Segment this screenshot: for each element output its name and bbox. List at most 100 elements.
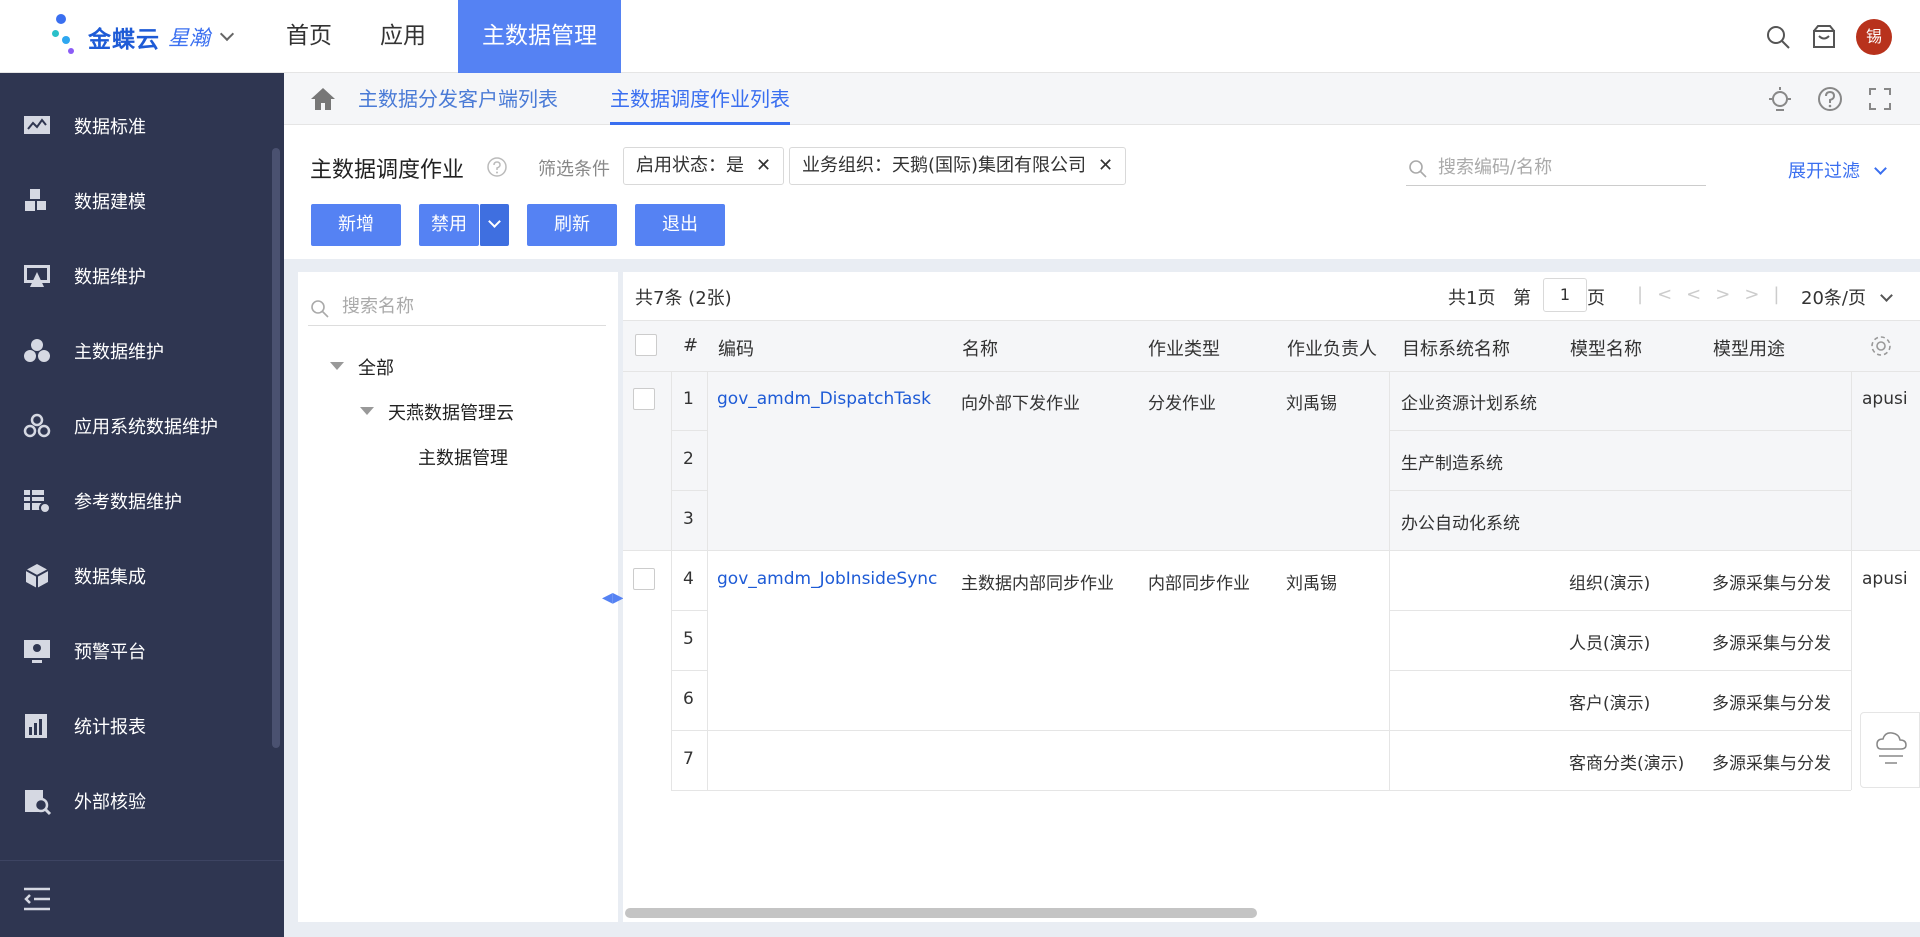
tree-search-input[interactable]: 搜索名称 [308,288,606,326]
logo-mark-icon [52,14,86,60]
cloud-widget[interactable] [1860,712,1920,788]
app-logo[interactable]: 金蝶云 星瀚 [52,14,262,60]
tab-dispatch-client-list[interactable]: 主数据分发客户端列表 [358,73,558,125]
row-index: 6 [683,689,694,709]
column-header-row: # 编码 名称 作业类型 作业负责人 目标系统名称 模型名称 模型用途 [623,320,1920,372]
tree-node-master-data[interactable]: 主数据管理 [418,444,508,470]
cube-icon [25,563,49,588]
disable-button[interactable]: 禁用 [419,204,479,246]
nav-apps[interactable]: 应用 [364,0,442,73]
horizontal-scrollbar[interactable] [625,908,1257,918]
sidebar-scrollbar[interactable] [272,148,280,748]
help-icon[interactable] [1816,85,1844,113]
toolbar-area: 主数据调度作业 筛选条件 启用状态：是 ✕ 业务组织：天鹅(国际)集团有限公司 … [284,125,1920,259]
page-number-input[interactable]: 1 [1543,278,1587,312]
clipboard-search-icon [25,789,52,815]
chip-label: 启用状态：是 [636,155,744,176]
search-input[interactable]: 搜索编码/名称 [1406,150,1706,186]
col-owner[interactable]: 作业负责人 [1287,335,1377,361]
refresh-button[interactable]: 刷新 [527,204,617,246]
filter-chip-status[interactable]: 启用状态：是 ✕ [623,147,785,185]
close-icon[interactable]: ✕ [1098,148,1113,184]
col-code[interactable]: 编码 [718,335,754,361]
row-index: 1 [683,389,694,409]
sidebar-item-external-verify[interactable]: 外部核验 [0,763,284,838]
nav-master-data[interactable]: 主数据管理 [458,0,621,73]
col-name[interactable]: 名称 [962,335,998,361]
help-circle-icon[interactable] [486,156,508,178]
job-name: 主数据内部同步作业 [961,574,1114,594]
col-model-name[interactable]: 模型名称 [1570,335,1642,361]
tab-schedule-job-list[interactable]: 主数据调度作业列表 [610,73,790,125]
select-all-checkbox[interactable] [635,334,657,356]
circles-icon [24,338,50,362]
expand-filter-link[interactable]: 展开过滤 [1788,157,1887,183]
next-page-icon[interactable]: > [1715,284,1744,305]
collapse-menu-icon[interactable] [24,887,50,911]
sidebar-item-master-data-maintenance[interactable]: 主数据维护 [0,313,284,388]
page-size-select[interactable]: 20条/页 [1801,284,1893,310]
settings-gear-icon[interactable] [1869,334,1893,358]
job-code-link[interactable]: gov_amdm_DispatchTask [717,389,931,409]
prev-page-icon[interactable]: < [1686,284,1715,305]
col-target-system[interactable]: 目标系统名称 [1402,335,1510,361]
filter-chip-org[interactable]: 业务组织：天鹅(国际)集团有限公司 ✕ [789,147,1127,185]
fullscreen-icon[interactable] [1866,85,1894,113]
top-nav: 首页 应用 主数据管理 [270,0,637,73]
first-page-icon[interactable]: |< [1637,284,1686,305]
nav-home[interactable]: 首页 [270,0,348,73]
page-suffix: 页 [1587,288,1605,309]
expand-triangle-icon[interactable] [330,362,344,370]
row-checkbox[interactable] [633,388,655,410]
sidebar-item-label: 外部核验 [74,791,146,813]
close-icon[interactable]: ✕ [756,148,771,184]
col-model-usage[interactable]: 模型用途 [1713,335,1785,361]
job-type: 内部同步作业 [1148,574,1250,594]
sidebar-item-data-integration[interactable]: 数据集成 [0,538,284,613]
inbox-icon[interactable] [1810,23,1838,51]
pagination-arrows[interactable]: |<<>>| [1637,284,1794,305]
expand-triangle-icon[interactable] [360,407,374,415]
sidebar-item-data-maintenance[interactable]: 数据维护 [0,238,284,313]
monitor-chart-icon [24,115,50,134]
data-grid: 共7条 (2张) 共1页 第 1 页 |<<>>| 20条/页 # 编码 名称 … [623,272,1920,922]
screen-icon [24,264,50,287]
search-icon[interactable] [1764,23,1792,51]
sidebar-item-data-standard[interactable]: 数据标准 [0,88,284,163]
sidebar-footer [0,860,284,937]
sidebar-item-reports[interactable]: 统计报表 [0,688,284,763]
panel-collapse-toggle[interactable]: ◀▶ [602,590,624,606]
col-job-type[interactable]: 作业类型 [1148,335,1220,361]
sidebar-item-reference-data[interactable]: 参考数据维护 [0,463,284,538]
disable-dropdown-button[interactable] [479,204,509,246]
add-button[interactable]: 新增 [311,204,401,246]
sidebar-item-label: 数据建模 [74,191,146,213]
tree-node-cloud[interactable]: 天燕数据管理云 [388,399,514,425]
sidebar-item-label: 应用系统数据维护 [74,416,218,438]
sidebar-item-alert-platform[interactable]: 预警平台 [0,613,284,688]
tree-node-all[interactable]: 全部 [358,354,394,380]
page-tab-bar: 主数据分发客户端列表 主数据调度作业列表 [284,73,1920,125]
sidebar: 数据标准 数据建模 数据维护 主数据维护 应用系统数据维护 参考数据维护 数据集… [0,73,284,937]
job-code-link[interactable]: gov_amdm_JobInsideSync [717,569,937,589]
sidebar-item-data-modeling[interactable]: 数据建模 [0,163,284,238]
expand-filter-label: 展开过滤 [1788,161,1860,182]
col-index: # [683,335,699,356]
home-icon[interactable] [310,87,336,111]
lightbulb-icon[interactable] [1766,85,1794,113]
exit-button[interactable]: 退出 [635,204,725,246]
model-name: 组织(演示) [1569,574,1651,594]
top-bar: 金蝶云 星瀚 首页 应用 主数据管理 锡 [0,0,1920,73]
sidebar-item-app-system-data[interactable]: 应用系统数据维护 [0,388,284,463]
avatar[interactable]: 锡 [1856,18,1892,55]
page-title: 主数据调度作业 [310,158,465,183]
row-checkbox[interactable] [633,568,655,590]
last-page-icon[interactable]: >| [1744,284,1793,305]
chevron-down-icon[interactable] [219,26,235,42]
row-index: 4 [683,569,694,589]
top-right-actions: 锡 [1764,0,1920,73]
job-type: 分发作业 [1148,394,1216,414]
row-index: 7 [683,749,694,769]
model-name: 客户(演示) [1569,694,1651,714]
target-system: 生产制造系统 [1401,454,1503,474]
